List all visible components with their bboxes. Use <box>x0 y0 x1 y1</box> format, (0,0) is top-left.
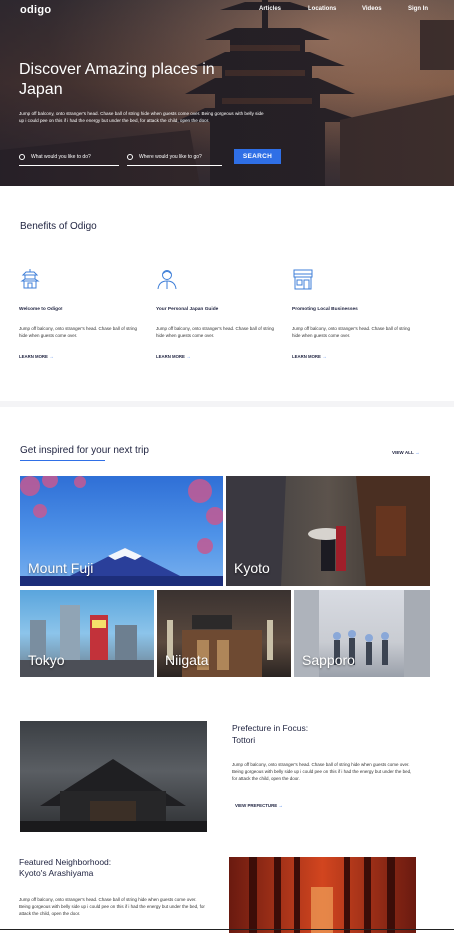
nav-sign-in[interactable]: Sign In <box>408 6 428 12</box>
prefecture-name: Tottori <box>232 735 256 745</box>
site-logo[interactable]: odigo <box>20 4 51 16</box>
benefit-card-welcome: Welcome to Odigo! Jump off balcony, onto… <box>19 268 144 359</box>
learn-more-label: LEARN MORE <box>156 354 185 359</box>
benefit-title: Welcome to Odigo! <box>19 307 63 312</box>
learn-more-link[interactable]: LEARN MORE → <box>292 354 417 359</box>
arrow-right-icon: → <box>278 803 283 808</box>
destination-tile-tokyo[interactable]: Tokyo <box>20 590 154 677</box>
footer-divider <box>0 929 454 930</box>
view-prefecture-link[interactable]: VIEW PREFECTURE → <box>235 803 283 808</box>
nav-videos[interactable]: Videos <box>362 6 382 12</box>
benefit-card-guide: Your Personal Japan Guide Jump off balco… <box>156 268 281 359</box>
search-button[interactable]: SEARCH <box>234 149 281 164</box>
destination-label: Mount Fuji <box>28 560 94 576</box>
learn-more-link[interactable]: LEARN MORE → <box>19 354 144 359</box>
arrow-right-icon: → <box>322 354 327 359</box>
hero-title: Discover Amazing places in Japan <box>19 61 215 98</box>
destination-tile-mount-fuji[interactable]: Mount Fuji <box>20 476 223 586</box>
pagoda-icon <box>20 269 40 289</box>
benefit-title: Promoting Local Businesses <box>292 307 358 312</box>
neighborhood-heading: Featured Neighborhood: Kyoto's Arashiyam… <box>19 857 111 879</box>
learn-more-link[interactable]: LEARN MORE → <box>156 354 281 359</box>
torii-gates <box>249 857 395 933</box>
search-what-placeholder: What would you like to do? <box>31 153 91 160</box>
learn-more-label: LEARN MORE <box>19 354 48 359</box>
search-where-input[interactable]: Where would you like to go? <box>127 148 222 166</box>
destination-tile-sapporo[interactable]: Sapporo <box>294 590 430 677</box>
view-all-label: VIEW ALL <box>392 450 414 455</box>
storefront-icon <box>293 269 313 290</box>
destination-label: Kyoto <box>234 560 270 576</box>
prefecture-label: Prefecture in Focus: <box>232 723 309 733</box>
tottori-temple-photo <box>20 721 207 832</box>
learn-more-label: LEARN MORE <box>292 354 321 359</box>
title-underline <box>20 460 105 461</box>
nav-locations[interactable]: Locations <box>308 6 336 12</box>
guide-person-icon <box>157 270 177 290</box>
benefit-text: Jump off balcony, onto stranger's head. … <box>19 326 138 338</box>
arashiyama-torii-photo <box>229 857 416 933</box>
benefits-title: Benefits of Odigo <box>20 221 97 232</box>
section-divider <box>0 401 454 407</box>
destination-label: Tokyo <box>28 652 65 668</box>
neighborhood-text: Jump off balcony, onto stranger's head. … <box>19 897 205 916</box>
arrow-right-icon: → <box>186 354 191 359</box>
view-all-link[interactable]: VIEW ALL → <box>392 450 420 455</box>
search-where-placeholder: Where would you like to go? <box>139 153 202 160</box>
inspired-title: Get inspired for your next trip <box>20 445 149 456</box>
search-where-icon <box>127 153 133 160</box>
benefit-text: Jump off balcony, onto stranger's head. … <box>292 326 411 338</box>
temple-silhouette <box>20 759 207 832</box>
destination-tile-kyoto[interactable]: Kyoto <box>226 476 430 586</box>
neighborhood-name: Kyoto's Arashiyama <box>19 868 94 878</box>
arrow-right-icon: → <box>414 450 420 455</box>
benefit-card-local-business: Promoting Local Businesses Jump off balc… <box>292 268 417 359</box>
search-what-icon <box>19 153 25 160</box>
arrow-right-icon: → <box>49 354 54 359</box>
destination-label: Niigata <box>165 652 209 668</box>
benefit-title: Your Personal Japan Guide <box>156 307 219 312</box>
benefit-text: Jump off balcony, onto stranger's head. … <box>156 326 275 338</box>
prefecture-heading: Prefecture in Focus: Tottori <box>232 722 308 746</box>
view-prefecture-label: VIEW PREFECTURE <box>235 803 278 808</box>
search-what-input[interactable]: What would you like to do? <box>19 148 119 166</box>
destination-tile-niigata[interactable]: Niigata <box>157 590 291 677</box>
destination-label: Sapporo <box>302 652 355 668</box>
hero-subtitle: Jump off balcony, onto stranger's head. … <box>19 111 264 123</box>
neighborhood-label: Featured Neighborhood: <box>19 857 112 867</box>
nav-articles[interactable]: Articles <box>259 6 281 12</box>
prefecture-text: Jump off balcony, onto stranger's head. … <box>232 762 412 781</box>
